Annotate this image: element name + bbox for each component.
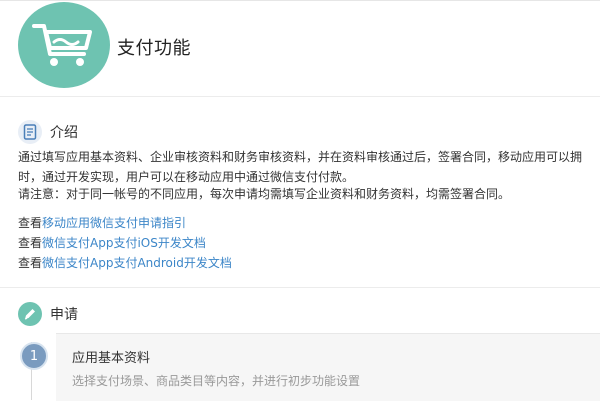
intro-heading: 介绍: [50, 125, 78, 141]
page-header: 支付功能: [0, 0, 600, 92]
section-divider: [0, 287, 600, 288]
header-divider: [0, 96, 600, 97]
link-prefix: 查看: [18, 236, 43, 250]
intro-note: 请注意：对于同一帐号的不同应用，每次申请均需填写企业资料和财务资料，均需签署合同…: [18, 187, 511, 201]
step-title: 应用基本资料: [72, 351, 151, 366]
step-description: 选择支付场景、商品类目等内容，并进行初步功能设置: [72, 374, 361, 388]
intro-paragraph-line1: 通过填写应用基本资料、企业审核资料和财务审核资料，并在资料审核通过后，签署合同，…: [18, 150, 583, 164]
doc-link-row: 查看微信支付App支付iOS开发文档: [18, 234, 206, 252]
document-icon: [18, 120, 42, 144]
link-prefix: 查看: [18, 256, 43, 270]
apply-guide-link[interactable]: 移动应用微信支付申请指引: [42, 216, 186, 230]
doc-link-row: 查看微信支付App支付Android开发文档: [18, 254, 232, 272]
pen-icon: [18, 302, 42, 326]
apply-heading: 申请: [50, 307, 78, 323]
android-doc-link[interactable]: 微信支付App支付Android开发文档: [42, 256, 232, 270]
step-card-basic-info[interactable]: [56, 333, 600, 401]
link-prefix: 查看: [18, 216, 43, 230]
doc-link-row: 查看移动应用微信支付申请指引: [18, 214, 186, 232]
intro-section-heading: 介绍: [18, 119, 78, 145]
shopping-cart-icon: [32, 24, 92, 66]
step-number-badge: 1: [20, 342, 48, 370]
ios-doc-link[interactable]: 微信支付App支付iOS开发文档: [42, 236, 206, 250]
page-title: 支付功能: [117, 38, 191, 59]
payment-badge: [18, 2, 110, 88]
apply-section-heading: 申请: [18, 301, 78, 327]
